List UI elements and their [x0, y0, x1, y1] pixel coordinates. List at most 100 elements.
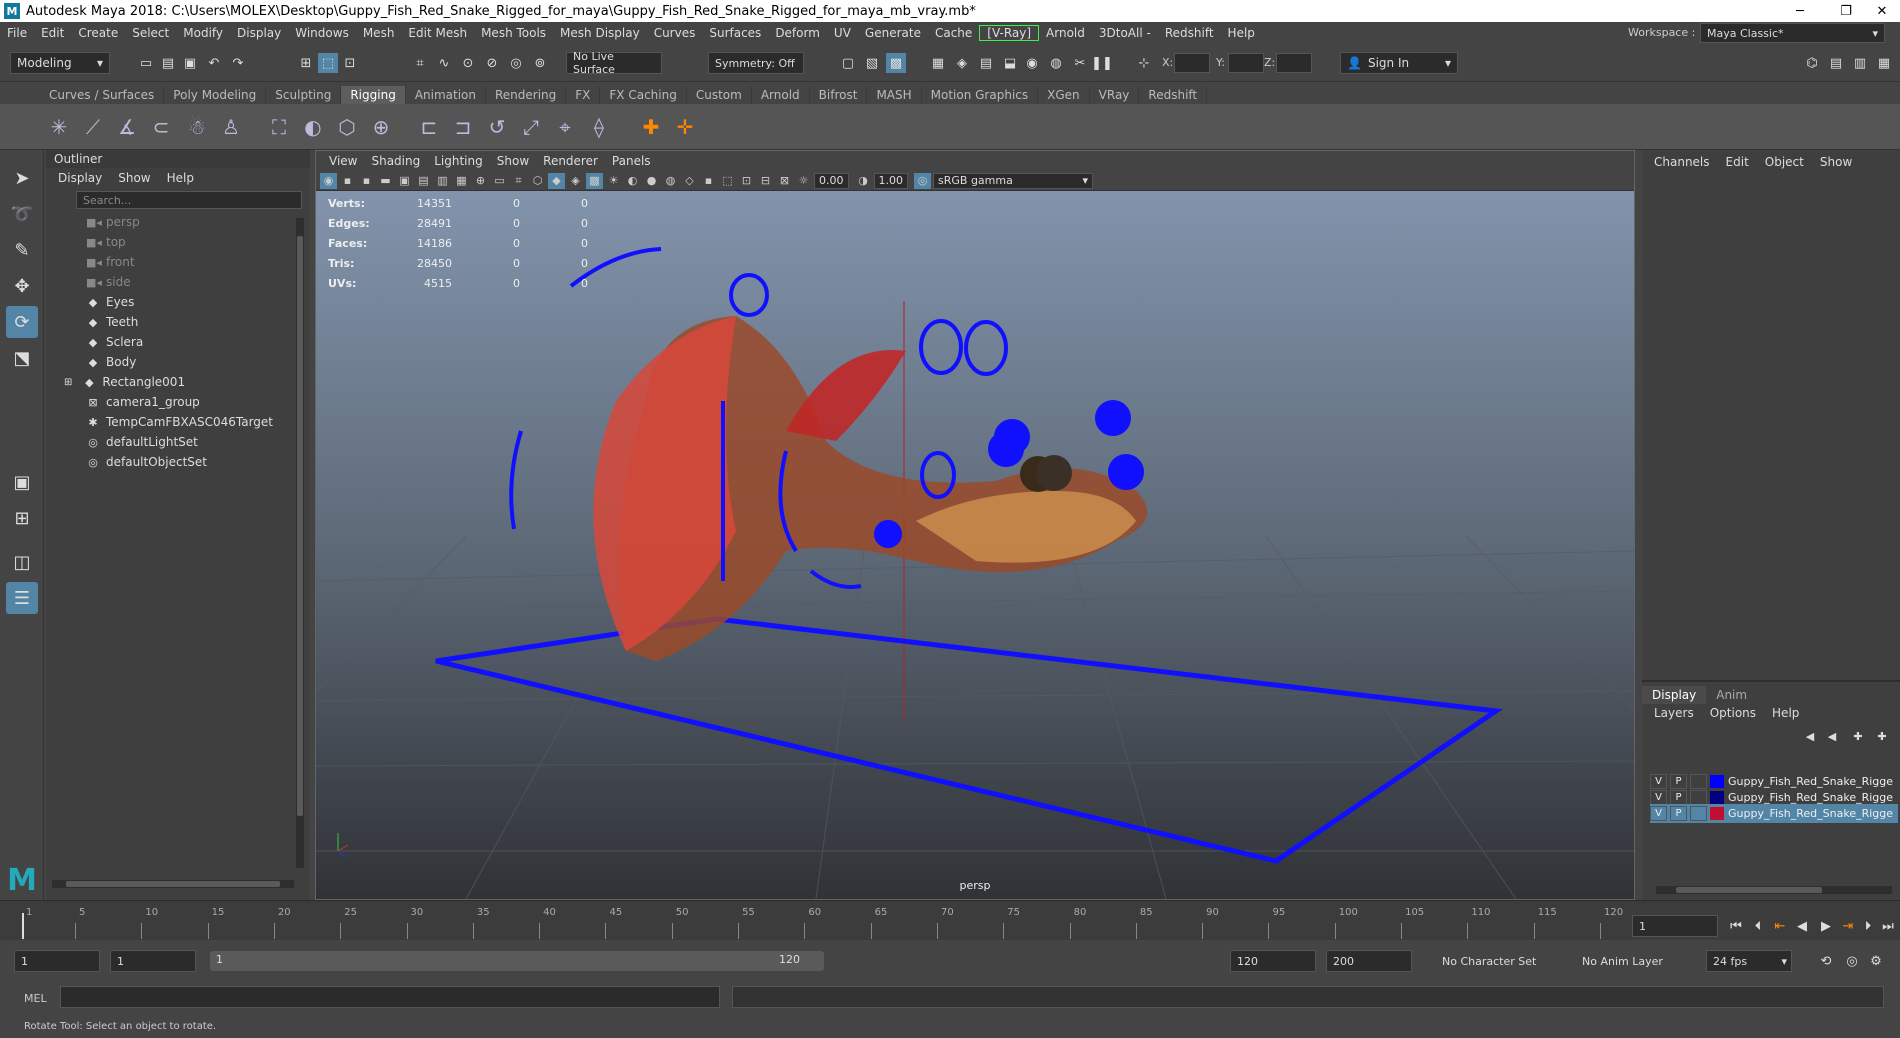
layer-menu-help[interactable]: Help — [1764, 706, 1807, 720]
isolate-select-icon[interactable]: ⬚ — [719, 173, 736, 189]
menu-uv[interactable]: UV — [827, 26, 858, 40]
undo-icon[interactable]: ↶ — [204, 53, 224, 73]
outliner-item[interactable]: ◆ Eyes — [46, 292, 310, 312]
layer-display-type-toggle[interactable] — [1690, 806, 1707, 821]
shelf-tab-rigging[interactable]: Rigging — [341, 86, 406, 104]
dorsal-control[interactable] — [729, 273, 769, 317]
channel-menu-edit[interactable]: Edit — [1718, 155, 1757, 169]
outliner-item[interactable]: ■◂ persp — [46, 212, 310, 232]
modeling-toolkit-icon[interactable]: ⌬ — [1802, 53, 1822, 73]
new-layer-selected-icon[interactable]: ✚ — [1872, 726, 1892, 746]
rotate-tool-icon[interactable]: ⟳ — [6, 306, 38, 338]
insert-joint-icon[interactable]: ⟋ — [78, 112, 108, 142]
shelf-tab-vray[interactable]: VRay — [1090, 86, 1140, 104]
pole-vector-icon[interactable]: ⟠ — [584, 112, 614, 142]
viewport-menu-shading[interactable]: Shading — [364, 154, 427, 168]
layer-visibility-toggle[interactable]: V — [1650, 806, 1667, 821]
mel-label[interactable]: MEL — [24, 992, 47, 1005]
cluster-icon[interactable]: ⊕ — [366, 112, 396, 142]
channel-menu-show[interactable]: Show — [1812, 155, 1860, 169]
lasso-tool-icon[interactable]: ➰ — [6, 198, 38, 230]
layer-color-swatch[interactable] — [1710, 775, 1724, 788]
select-tool-icon[interactable]: ➤ — [6, 162, 38, 194]
outliner-item[interactable]: ◆ Body — [46, 352, 310, 372]
menu-3dtoall[interactable]: 3DtoAll - — [1092, 26, 1158, 40]
viewport-menu-show[interactable]: Show — [490, 154, 536, 168]
x-field[interactable] — [1174, 53, 1210, 73]
tail-side-control[interactable] — [509, 430, 523, 530]
viewport-menu-view[interactable]: View — [322, 154, 364, 168]
gate-mask-icon[interactable]: ▦ — [453, 173, 470, 189]
anim-layer-dropdown[interactable]: No Anim Layer — [1576, 950, 1688, 972]
outliner-search-input[interactable]: Search... — [76, 191, 302, 209]
quick-rig-icon[interactable]: ♙ — [216, 112, 246, 142]
outliner-item[interactable]: ✱ TempCamFBXASC046Target — [46, 412, 310, 432]
side-by-side-icon[interactable]: ◫ — [6, 546, 38, 578]
viewport-menu-panels[interactable]: Panels — [605, 154, 658, 168]
snap-grid-icon[interactable]: ⌗ — [410, 53, 430, 73]
shelf-tab-custom[interactable]: Custom — [687, 86, 752, 104]
root-control-rectangle[interactable] — [435, 616, 1503, 864]
z-field[interactable] — [1276, 53, 1312, 73]
render-region-icon[interactable]: ◍ — [1046, 53, 1066, 73]
menu-mesh-tools[interactable]: Mesh Tools — [474, 26, 553, 40]
menu-help[interactable]: Help — [1221, 26, 1262, 40]
outliner-menu-show[interactable]: Show — [110, 171, 158, 185]
auto-key-icon[interactable]: ◎ — [1842, 951, 1862, 971]
character-set-dropdown[interactable]: No Character Set — [1436, 950, 1548, 972]
head-control-b[interactable] — [964, 320, 1008, 376]
snap-point-icon[interactable]: ⊙ — [458, 53, 478, 73]
attribute-editor-icon[interactable]: ▤ — [1826, 53, 1846, 73]
move-tool-icon[interactable]: ✥ — [6, 270, 38, 302]
viewport-menu-lighting[interactable]: Lighting — [427, 154, 490, 168]
y-field[interactable] — [1228, 53, 1264, 73]
menu-edit-mesh[interactable]: Edit Mesh — [401, 26, 474, 40]
lattice-icon[interactable]: ⬡ — [332, 112, 362, 142]
ventral-lower-control[interactable] — [809, 569, 862, 589]
move-layer-down-icon[interactable]: ◀ — [1822, 726, 1842, 746]
layer-color-swatch[interactable] — [1710, 807, 1724, 820]
outliner-menu-display[interactable]: Display — [50, 171, 110, 185]
render-view-icon[interactable]: ▢ — [838, 53, 858, 73]
outliner-layout-icon[interactable]: ☰ — [6, 582, 38, 614]
minimize-button[interactable]: ─ — [1780, 0, 1820, 22]
render-tools-icon[interactable]: ✂ — [1070, 53, 1090, 73]
joint-locator-icon[interactable]: ✛ — [670, 112, 700, 142]
grid-toggle-icon[interactable]: ⌗ — [510, 173, 527, 189]
outliner-item[interactable]: ◎ defaultObjectSet — [46, 452, 310, 472]
outliner-item[interactable]: ◆ Sclera — [46, 332, 310, 352]
eye-control[interactable] — [988, 431, 1024, 467]
image-plane-icon[interactable]: ▬ — [377, 173, 394, 189]
expand-icon[interactable]: ⊞ — [64, 377, 72, 388]
channel-menu-object[interactable]: Object — [1757, 155, 1812, 169]
play-backwards-icon[interactable]: ◀ — [1792, 916, 1812, 936]
close-button[interactable]: ✕ — [1862, 0, 1900, 22]
wireframe-on-shaded-icon[interactable]: ◈ — [567, 173, 584, 189]
layer-tab-display[interactable]: Display — [1642, 686, 1707, 704]
menu-windows[interactable]: Windows — [288, 26, 356, 40]
menu-vray[interactable]: [V-Ray] — [979, 25, 1040, 41]
textured-icon[interactable]: ▩ — [586, 172, 603, 189]
outliner-item[interactable]: ⊠ camera1_group — [46, 392, 310, 412]
film-gate-icon[interactable]: ▤ — [415, 173, 432, 189]
menu-mesh-display[interactable]: Mesh Display — [553, 26, 647, 40]
select-component-icon[interactable]: ⊡ — [340, 53, 360, 73]
outliner-item[interactable]: ◎ defaultLightSet — [46, 432, 310, 452]
wireframe-icon[interactable]: ⬡ — [529, 173, 546, 189]
outliner-item[interactable]: ■◂ front — [46, 252, 310, 272]
layer-display-type-toggle[interactable] — [1690, 790, 1707, 805]
xray-icon[interactable]: ⊡ — [738, 173, 755, 189]
field-chart-icon[interactable]: ⊕ — [472, 173, 489, 189]
viewport-panel[interactable]: View Shading Lighting Show Renderer Pane… — [315, 150, 1635, 900]
color-management-icon[interactable]: ◎ — [914, 172, 931, 189]
bookmark-icon[interactable]: ▪ — [358, 173, 375, 189]
shadows-icon[interactable]: ◐ — [624, 173, 641, 189]
single-view-icon[interactable]: ▣ — [6, 466, 38, 498]
snap-view-icon[interactable]: ⊘ — [482, 53, 502, 73]
outliner-item[interactable]: ■◂ side — [46, 272, 310, 292]
smooth-shade-icon[interactable]: ◆ — [548, 172, 565, 189]
menu-set-dropdown[interactable]: Modeling ▾ — [10, 52, 110, 74]
gamma-icon[interactable]: ◑ — [855, 173, 872, 189]
menu-deform[interactable]: Deform — [768, 26, 827, 40]
shelf-tab-fx[interactable]: FX — [566, 86, 601, 104]
